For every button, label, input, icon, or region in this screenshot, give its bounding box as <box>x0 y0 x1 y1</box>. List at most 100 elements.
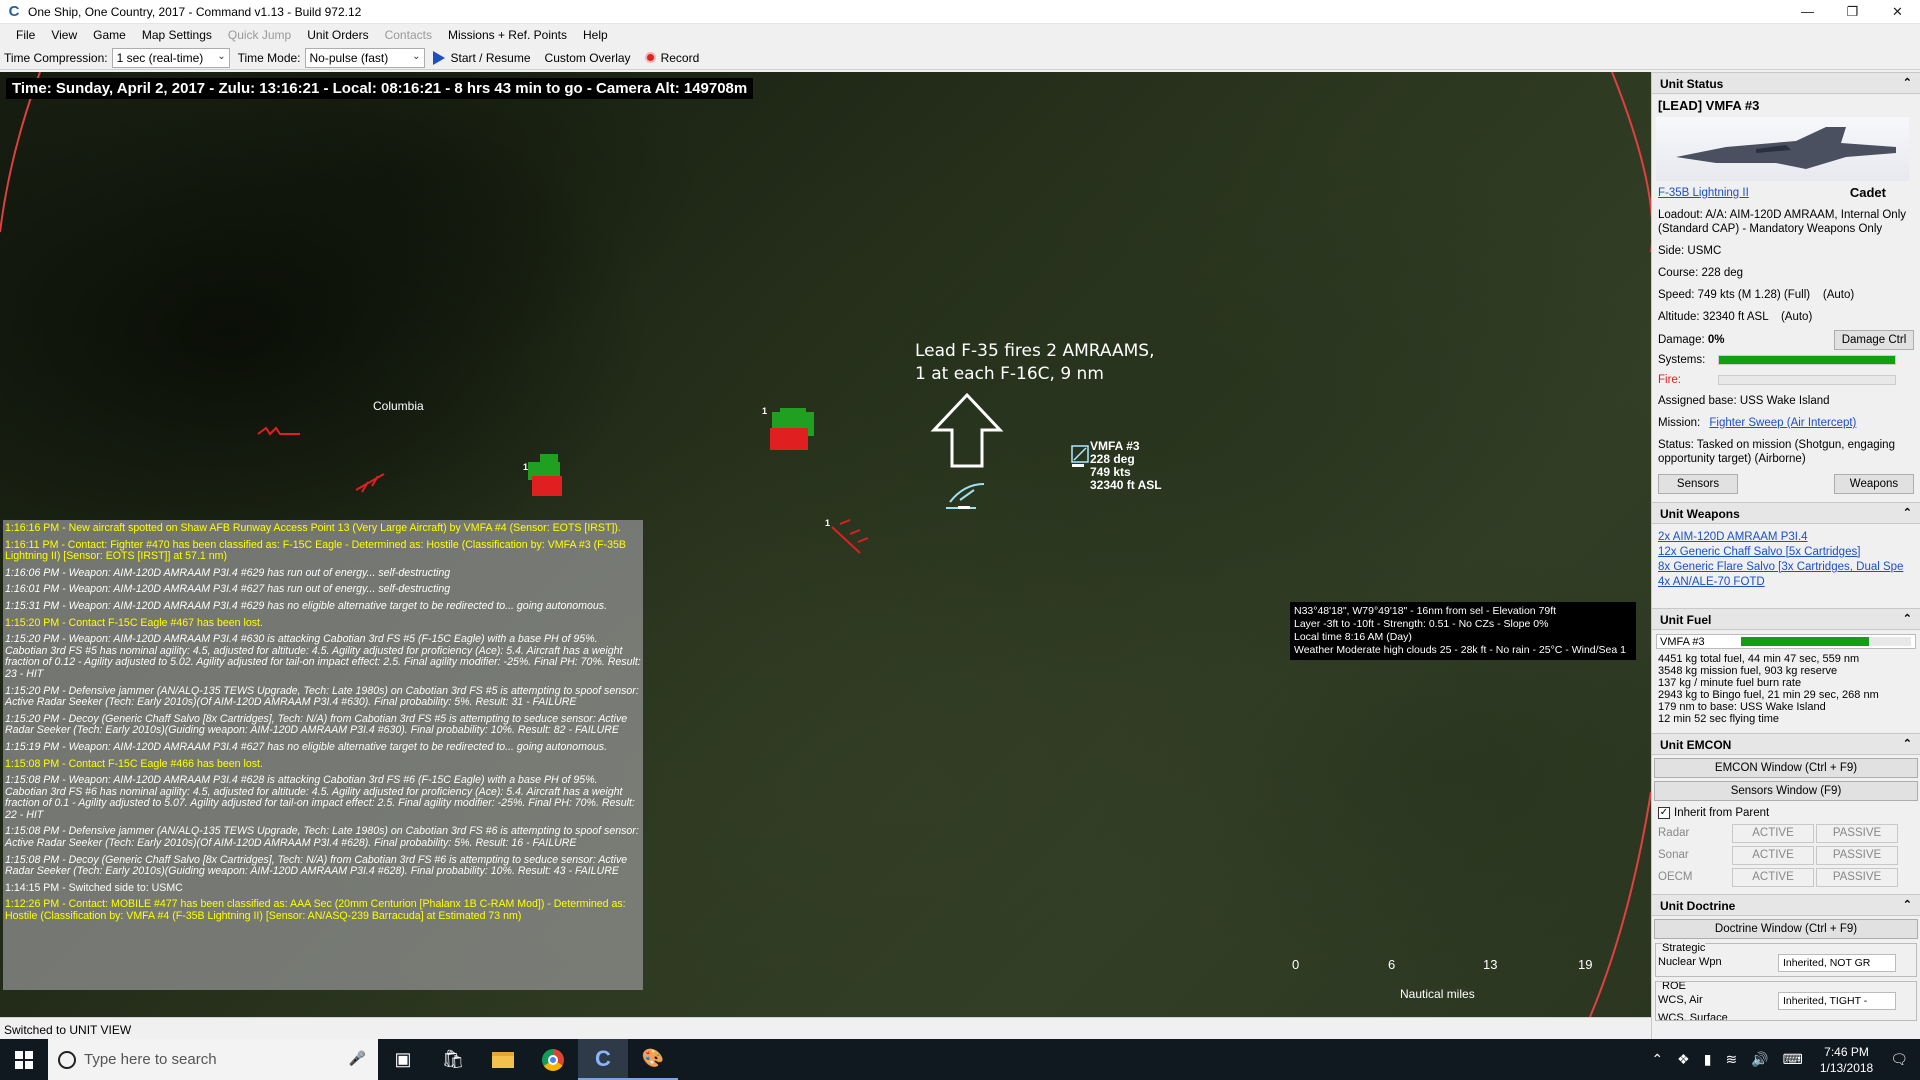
sensors-button[interactable]: Sensors <box>1658 474 1738 494</box>
taskbar-clock[interactable]: 7:46 PM 1/13/2018 <box>1820 1044 1873 1076</box>
oecm-passive-button[interactable]: PASSIVE <box>1816 867 1898 887</box>
menu-unit-orders[interactable]: Unit Orders <box>299 28 376 42</box>
emcon-window-button[interactable]: EMCON Window (Ctrl + F9) <box>1654 758 1918 778</box>
weapon-item[interactable]: 4x AN/ALE-70 FOTD <box>1652 575 1920 590</box>
hostile-aircraft-icon[interactable] <box>257 426 300 436</box>
menu-quick-jump[interactable]: Quick Jump <box>220 28 299 42</box>
aircraft-image <box>1656 117 1909 181</box>
fuel-line: 3548 kg mission fuel, 903 kg reserve <box>1658 665 1838 677</box>
sonar-active-button[interactable]: ACTIVE <box>1732 845 1814 865</box>
chevron-up-icon[interactable]: ⌃ <box>1903 76 1912 89</box>
time-mode-select[interactable]: No-pulse (fast) ⌄ <box>304 47 425 68</box>
weapon-item[interactable]: 2x AIM-120D AMRAAM P3I.4 <box>1652 530 1920 545</box>
status-text: Status: Tasked on mission (Shotgun, enga… <box>1658 439 1895 465</box>
task-view-icon[interactable]: ▣ <box>378 1039 428 1080</box>
radar-active-button[interactable]: ACTIVE <box>1732 823 1814 843</box>
wifi-icon[interactable]: ≋ <box>1725 1051 1737 1068</box>
log-entry: 1:15:08 PM - Weapon: AIM-120D AMRAAM P3I… <box>5 774 635 821</box>
dropbox-icon[interactable]: ❖ <box>1677 1051 1690 1068</box>
fuel-line: 4451 kg total fuel, 44 min 47 sec, 559 n… <box>1658 653 1860 665</box>
unit-doctrine-header[interactable]: Unit Doctrine ⌃ <box>1652 894 1920 916</box>
close-icon[interactable]: ✕ <box>1875 0 1920 24</box>
mission-link[interactable]: Fighter Sweep (Air Intercept) <box>1709 417 1856 429</box>
sonar-passive-button[interactable]: PASSIVE <box>1816 845 1898 865</box>
microphone-icon[interactable]: 🎤 <box>349 1050 366 1067</box>
windows-taskbar: Type here to search 🎤 ▣ 🛍 C 🎨 ⌃ ❖ ▮ ≋ 🔊 … <box>0 1039 1920 1080</box>
wcs-air-select[interactable]: Inherited, TIGHT - <box>1778 992 1896 1010</box>
battery-icon[interactable]: ▮ <box>1704 1051 1712 1068</box>
unit-label-altitude: 32340 ft ASL <box>1090 478 1162 492</box>
hostile-aircraft-icon[interactable] <box>355 473 385 493</box>
start-resume-label: Start / Resume <box>450 50 531 65</box>
hostile-aircraft-icon[interactable] <box>831 519 869 554</box>
file-explorer-icon[interactable] <box>478 1039 528 1080</box>
doctrine-window-button[interactable]: Doctrine Window (Ctrl + F9) <box>1654 919 1918 939</box>
log-entry: 1:16:11 PM - Contact: Fighter #470 has b… <box>5 538 626 563</box>
aircraft-type-link[interactable]: F-35B Lightning II <box>1658 186 1749 200</box>
keyboard-icon[interactable]: ⌨ <box>1783 1051 1803 1068</box>
damage-ctrl-button[interactable]: Damage Ctrl <box>1834 330 1914 350</box>
restore-icon[interactable]: ❐ <box>1830 0 1875 24</box>
sensors-window-button[interactable]: Sensors Window (F9) <box>1654 781 1918 801</box>
oecm-active-button[interactable]: ACTIVE <box>1732 867 1814 887</box>
menu-missions[interactable]: Missions + Ref. Points <box>440 28 575 42</box>
weapon-item[interactable]: 12x Generic Chaff Salvo [5x Cartridges] <box>1652 545 1920 560</box>
log-entry: 1:15:20 PM - Weapon: AIM-120D AMRAAM P3I… <box>5 633 641 680</box>
log-entry: 1:15:20 PM - Decoy (Generic Chaff Salvo … <box>5 712 628 737</box>
menu-file[interactable]: File <box>8 28 43 42</box>
weapons-button[interactable]: Weapons <box>1834 474 1914 494</box>
unit-emcon-header[interactable]: Unit EMCON ⌃ <box>1652 733 1920 755</box>
notification-icon[interactable]: 🗨 <box>1890 1051 1908 1068</box>
menu-contacts[interactable]: Contacts <box>377 28 440 42</box>
command-c-icon: C <box>8 2 20 20</box>
record-button[interactable]: Record <box>644 50 700 65</box>
log-entry: 1:16:06 PM - Weapon: AIM-120D AMRAAM P3I… <box>5 566 451 579</box>
taskbar-search-box[interactable]: Type here to search 🎤 <box>48 1039 378 1080</box>
menu-game[interactable]: Game <box>85 28 134 42</box>
window-title: One Ship, One Country, 2017 - Command v1… <box>28 4 362 19</box>
unit-weapons-header[interactable]: Unit Weapons ⌃ <box>1652 502 1920 524</box>
emcon-row-radar: Radar ACTIVE PASSIVE <box>1652 822 1920 844</box>
range-ring-arc-top-right <box>1611 72 1651 252</box>
paint-app-taskbar-icon[interactable]: 🎨 <box>628 1039 678 1080</box>
strategic-label: Strategic <box>1662 942 1706 954</box>
friendly-aircraft-icon[interactable] <box>946 483 985 509</box>
record-icon <box>644 52 656 63</box>
scale-unit: Nautical miles <box>1400 987 1475 1001</box>
unit-fuel-header[interactable]: Unit Fuel ⌃ <box>1652 608 1920 630</box>
start-resume-button[interactable]: Start / Resume <box>432 50 531 65</box>
custom-overlay-button[interactable]: Custom Overlay <box>545 51 631 65</box>
system-tray: ⌃ ❖ ▮ ≋ 🔊 ⌨ 7:46 PM 1/13/2018 🗨 <box>1644 1039 1920 1080</box>
nuclear-select[interactable]: Inherited, NOT GR <box>1778 954 1896 972</box>
time-compression-select[interactable]: 1 sec (real-time) ⌄ <box>111 47 230 68</box>
chrome-icon[interactable] <box>528 1039 578 1080</box>
weapon-item[interactable]: 8x Generic Flare Salvo [3x Cartridges, D… <box>1652 560 1920 575</box>
chevron-up-icon[interactable]: ⌃ <box>1903 737 1912 750</box>
strategic-group: Strategic Nuclear Wpn Inherited, NOT GR <box>1655 942 1917 977</box>
tactical-map[interactable]: Time: Sunday, April 2, 2017 - Zulu: 13:1… <box>0 72 1651 1017</box>
airbase-contact-icon[interactable] <box>770 408 814 450</box>
minimize-icon[interactable]: — <box>1785 0 1830 24</box>
windows-start-button[interactable] <box>0 1039 48 1080</box>
menu-view[interactable]: View <box>43 28 85 42</box>
command-app-taskbar-icon[interactable]: C <box>578 1039 628 1080</box>
chevron-up-icon[interactable]: ⌃ <box>1651 1051 1663 1068</box>
store-icon[interactable]: 🛍 <box>428 1039 478 1080</box>
record-label: Record <box>660 50 700 65</box>
message-log[interactable]: 1:16:16 PM - New aircraft spotted on Sha… <box>3 520 643 990</box>
inherit-row: ✓ Inherit from Parent <box>1652 804 1920 822</box>
menu-bar: File View Game Map Settings Quick Jump U… <box>0 24 1920 46</box>
chevron-up-icon[interactable]: ⌃ <box>1903 506 1912 519</box>
selected-unit-icon[interactable] <box>1071 445 1089 467</box>
menu-map-settings[interactable]: Map Settings <box>134 28 220 42</box>
volume-icon[interactable]: 🔊 <box>1751 1051 1768 1068</box>
inherit-checkbox[interactable]: ✓ <box>1658 807 1670 819</box>
assigned-base-text: Assigned base: USS Wake Island <box>1658 395 1830 407</box>
menu-help[interactable]: Help <box>575 28 616 42</box>
radar-passive-button[interactable]: PASSIVE <box>1816 823 1898 843</box>
unit-status-header[interactable]: Unit Status ⌃ <box>1652 72 1920 94</box>
chevron-up-icon[interactable]: ⌃ <box>1903 898 1912 911</box>
airbase-contact-icon[interactable] <box>528 454 562 496</box>
chevron-up-icon[interactable]: ⌃ <box>1903 612 1912 625</box>
weapons-list: 2x AIM-120D AMRAAM P3I.4 12x Generic Cha… <box>1652 524 1920 590</box>
